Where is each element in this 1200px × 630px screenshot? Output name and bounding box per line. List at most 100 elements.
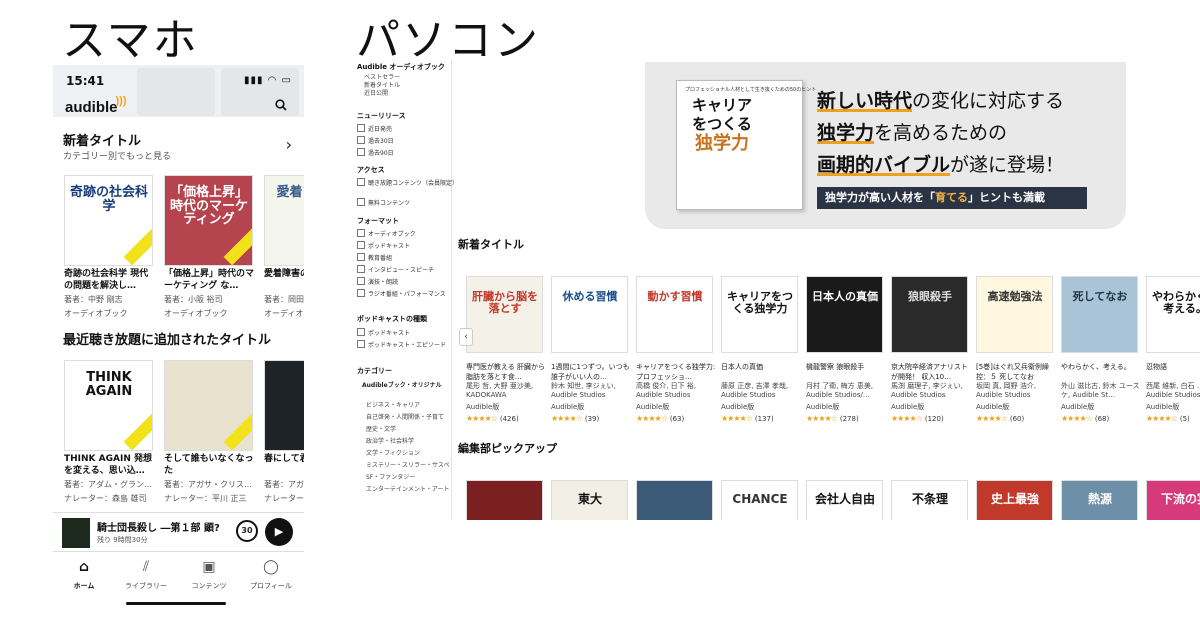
book-title[interactable]: 専門医が教える 肝臓から脂肪を落とす食…	[466, 362, 546, 382]
filter-checkbox[interactable]: 過去90日	[357, 148, 394, 157]
book-title[interactable]: 1週間に1つずつ。いつも誰子がいい人の…	[551, 362, 631, 382]
star-icons: ★★★★☆	[636, 414, 668, 423]
book-cover[interactable]	[164, 360, 253, 451]
cover-title: CHANCE	[732, 492, 788, 506]
phone-screenshot: 15:41 ▮▮▮ ◠ ▭ audible))) 新着タイトル カテゴリー別でも…	[53, 65, 304, 610]
play-icon[interactable]: ▶	[265, 518, 293, 546]
rating-count: (60)	[1009, 415, 1025, 423]
book-author[interactable]: 西尾 維新, 白石 …, Audible Studios	[1146, 382, 1200, 400]
sidebar-category[interactable]: 歴史・文学	[366, 424, 396, 433]
sidebar-link[interactable]: 近日公開	[364, 88, 388, 97]
section-title-new[interactable]: 新着タイトル	[458, 236, 524, 252]
sidebar-category[interactable]: 政治学・社会科学	[366, 436, 414, 445]
cover-title: 狼眼殺手	[908, 290, 952, 303]
cover-title: 熱源	[1087, 492, 1112, 506]
book-author[interactable]: 月村 了衛, 梅方 恵美, Audible Studios/…	[806, 382, 888, 400]
rating-count: (5)	[1179, 415, 1190, 423]
filter-checkbox[interactable]: 近日発売	[357, 124, 392, 133]
book-cover[interactable]: 東大	[551, 480, 628, 520]
book-cover[interactable]: やわらかく、考える。	[1146, 276, 1200, 353]
section-title-unlimited[interactable]: 最近聴き放題に追加されたタイトル	[63, 329, 271, 348]
filter-checkbox[interactable]: 無料コンテンツ	[357, 198, 410, 207]
book-cover[interactable]: THINK AGAIN	[64, 360, 153, 451]
section-title-picks[interactable]: 編集部ピックアップ	[458, 440, 557, 456]
tab-profile[interactable]: ◯ プロフィール	[240, 559, 302, 591]
book-cover[interactable]: 日本人の真価	[806, 276, 883, 353]
book-cover[interactable]: CHANCE	[721, 480, 798, 520]
book-cover[interactable]: 「価格上昇」時代のマーケティング	[164, 175, 253, 266]
sidebar-category[interactable]: エンターテインメント・アート	[366, 484, 449, 493]
book-title[interactable]: 愛着障害の着アプロー	[264, 268, 304, 280]
filter-checkbox[interactable]: 教育番組	[357, 253, 392, 262]
book-title[interactable]: 機龍警察 狼眼殺手	[806, 362, 886, 382]
book-title[interactable]: 日本人の真価	[721, 362, 801, 382]
sidebar-category[interactable]: ミステリー・スリラー・サスペンス	[366, 460, 450, 469]
search-icon[interactable]	[275, 99, 287, 114]
book-cover[interactable]: 熱源	[1061, 480, 1138, 520]
rating-stars: ★★★★☆ (68)	[1061, 414, 1109, 423]
filter-checkbox[interactable]: 聴き放題コンテンツ（会員限定）	[357, 178, 458, 187]
book-cover[interactable]: キャリアをつくる独学力	[721, 276, 798, 353]
section-title-new[interactable]: 新着タイトル	[63, 130, 141, 149]
unlimited-badge	[123, 228, 152, 265]
sidebar-category[interactable]: ビジネス・キャリア	[366, 400, 420, 409]
hero-card[interactable]	[137, 68, 215, 116]
book-format: Audible版	[976, 403, 1010, 411]
section-subtitle[interactable]: カテゴリー別でもっと見る	[63, 149, 171, 162]
book-title[interactable]: 「価格上昇」時代のマーケティング な…	[164, 268, 256, 292]
promo-banner[interactable]: プロフェッショナル人材として生き抜くための50のヒント キャリア をつくる 独学…	[645, 62, 1126, 229]
book-cover[interactable]	[636, 480, 713, 520]
sidebar-category[interactable]: 文学・フィクション	[366, 448, 420, 457]
book-author[interactable]: 高橋 俊介, 日下 裕, Audible Studios	[636, 382, 718, 400]
book-title[interactable]: 春にして君	[264, 453, 304, 465]
book-cover[interactable]: 動かす習慣	[636, 276, 713, 353]
mini-player[interactable]: 騎士団長殺し ―第１部 顕? 残り 9時間30分 30 ▶	[53, 512, 304, 552]
skip-back-30-icon[interactable]: 30	[236, 520, 258, 542]
book-author[interactable]: 馬渕 磨理子, 李ジぇい, Audible Studios	[891, 382, 973, 400]
book-author[interactable]: 鈴木 知世, 李ジぇい, Audible Studios	[551, 382, 633, 400]
book-cover[interactable]	[466, 480, 543, 520]
book-cover[interactable]: 会社人自由	[806, 480, 883, 520]
book-author[interactable]: 外山 滋比古, 鈴木 ユースケ, Audible St…	[1061, 382, 1143, 400]
book-title[interactable]: THINK AGAIN 発想を変える、思い込…	[64, 453, 156, 477]
filter-checkbox[interactable]: 過去30日	[357, 136, 394, 145]
cover-title: 日本人の真価	[812, 290, 878, 303]
book-title[interactable]: 忍物語	[1146, 362, 1200, 382]
tab-home[interactable]: ⌂ ホーム	[53, 559, 115, 591]
book-cover[interactable]: 史上最強	[976, 480, 1053, 520]
book-author[interactable]: 藤原 正彦, 吉澤 孝哉, Audible Studios	[721, 382, 803, 400]
filter-checkbox[interactable]: インタビュー・スピーチ	[357, 265, 434, 274]
book-cover[interactable]: 休める習慣	[551, 276, 628, 353]
filter-checkbox[interactable]: オーディオブック	[357, 229, 416, 238]
book-title[interactable]: キャリアをつくる独学力: プロフェッショ…	[636, 362, 716, 382]
book-title[interactable]: 京大院卒経済アナリストが開発！ 収入10…	[891, 362, 971, 382]
filter-checkbox[interactable]: ラジオ番組・パフォーマンス	[357, 289, 446, 298]
book-author[interactable]: 尾形 哲, 大野 亜沙美, KADOKAWA	[466, 382, 548, 400]
book-cover[interactable]: 狼眼殺手	[891, 276, 968, 353]
book-cover[interactable]: 下流の宴	[1146, 480, 1200, 520]
banner-book-cover[interactable]: プロフェッショナル人材として生き抜くための50のヒント キャリア をつくる 独学…	[676, 80, 816, 210]
book-title[interactable]: やわらかく、考える。	[1061, 362, 1141, 382]
chevron-right-icon[interactable]: ›	[286, 135, 292, 154]
book-cover[interactable]: 愛着アプロ	[264, 175, 304, 266]
sidebar-category[interactable]: SF・ファンタジー	[366, 472, 415, 481]
carousel-prev-icon[interactable]: ‹	[459, 328, 473, 346]
filter-checkbox[interactable]: 演技・朗読	[357, 277, 398, 286]
book-cover[interactable]: 高速勉強法	[976, 276, 1053, 353]
filter-checkbox[interactable]: ポッドキャスト	[357, 241, 410, 250]
sidebar-category[interactable]: Audibleブック・オリジナル	[362, 380, 442, 389]
book-title[interactable]: 奇跡の社会科学 現代の問題を解決し…	[64, 268, 156, 292]
book-title[interactable]: [5巻]はぐれ又兵衛例繰控：５ 死してなお	[976, 362, 1056, 382]
filter-checkbox[interactable]: ポッドキャスト・エピソード	[357, 340, 446, 349]
sidebar-category[interactable]: 自己啓発・人間関係・子育て	[366, 412, 444, 421]
tab-library[interactable]: ⫽ ライブラリー	[115, 559, 177, 591]
book-cover[interactable]	[264, 360, 304, 451]
book-cover[interactable]: 不条理	[891, 480, 968, 520]
book-cover[interactable]: 肝臓から脳を落とす	[466, 276, 543, 353]
book-cover[interactable]: 死してなお	[1061, 276, 1138, 353]
book-title[interactable]: そして誰もいなくなった	[164, 453, 256, 477]
book-cover[interactable]: 奇跡の社会科学	[64, 175, 153, 266]
tab-contents[interactable]: ▣ コンテンツ	[178, 559, 240, 591]
filter-checkbox[interactable]: ポッドキャスト	[357, 328, 410, 337]
book-author[interactable]: 坂岡 真, 岡野 浩介, Audible Studios	[976, 382, 1058, 400]
